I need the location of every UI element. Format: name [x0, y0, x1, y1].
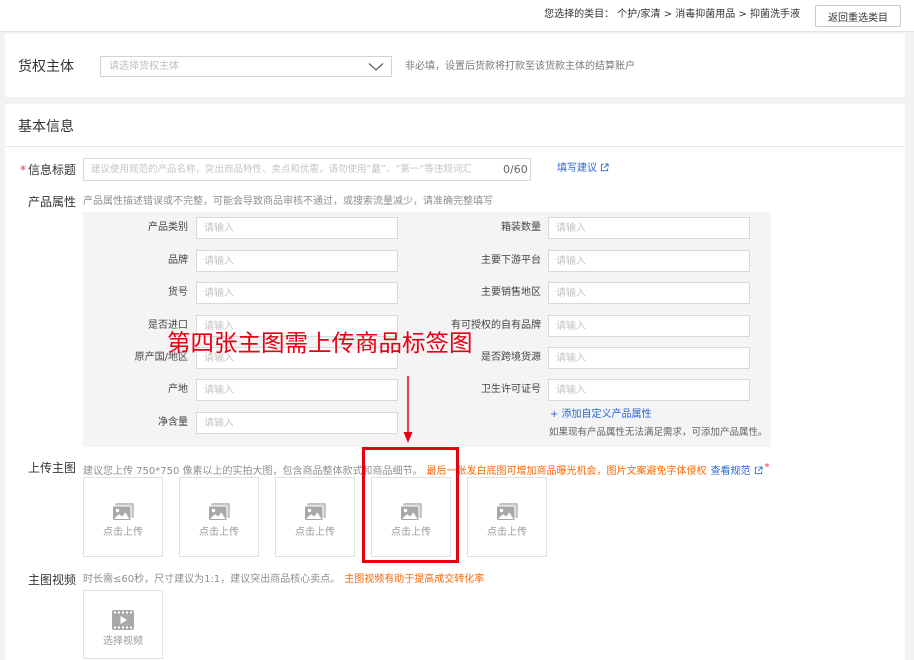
attr-label: 货号 — [168, 287, 188, 298]
view-spec-text: 查看规范 — [710, 466, 751, 477]
attr-label: 净含量 — [158, 417, 188, 428]
owner-select[interactable]: 请选择货权主体 — [100, 56, 392, 77]
main-video-hint-highlight: 主图视频有助于提高成交转化率 — [344, 574, 485, 585]
attr-label: 主要下游平台 — [481, 255, 541, 266]
select-video-label: 选择视频 — [103, 636, 143, 647]
main-images-hint-highlight: 最后一张发白底图可增加商品曝光机会，图片文案避免字体侵权 — [426, 466, 707, 477]
owner-select-placeholder: 请选择货权主体 — [109, 61, 179, 72]
main-image-upload-1[interactable]: 点击上传 — [83, 477, 163, 557]
attr-input-own-brand[interactable] — [548, 315, 750, 337]
product-publish-page: 您选择的类目： 个护/家清 > 消毒抑菌用品 > 抑菌洗手液 返回重选类目 货权主… — [0, 0, 914, 660]
attr-label: 卫生许可证号 — [481, 384, 541, 395]
video-icon — [112, 610, 134, 630]
category-bar: 您选择的类目： 个护/家清 > 消毒抑菌用品 > 抑菌洗手液 返回重选类目 — [0, 0, 914, 32]
section-divider — [5, 146, 905, 147]
required-mark: * — [20, 163, 26, 177]
owner-hint: 非必填，设置后货款将打款至该货款主体的结算账户 — [405, 61, 635, 72]
add-attribute-hint: 如果现有产品属性无法满足需求，可添加产品属性。 — [549, 427, 768, 438]
attr-label: 箱装数量 — [501, 222, 541, 233]
title-input[interactable] — [83, 158, 531, 181]
annotation-text: 第四张主图需上传商品标签图 — [167, 329, 473, 357]
view-spec-link[interactable]: 查看规范 — [711, 466, 763, 477]
upload-label: 点击上传 — [199, 527, 239, 538]
attr-label: 主要销售地区 — [481, 287, 541, 298]
image-icon — [496, 503, 518, 521]
section-heading: 基本信息 — [18, 119, 74, 135]
reselect-category-button[interactable]: 返回重选类目 — [815, 5, 901, 27]
attr-input-sales-region[interactable] — [548, 282, 750, 304]
attr-input-net-content[interactable] — [196, 412, 398, 434]
main-image-upload-3[interactable]: 点击上传 — [275, 477, 355, 557]
chevron-down-icon — [368, 63, 384, 71]
title-label: 信息标题 — [28, 163, 77, 177]
attr-input-box-quantity[interactable] — [548, 217, 750, 239]
owner-label: 货权主体 — [18, 59, 74, 75]
owner-section: 货权主体 请选择货权主体 非必填，设置后货款将打款至该货款主体的结算账户 — [5, 34, 905, 97]
image-icon — [208, 503, 230, 521]
main-image-upload-2[interactable]: 点击上传 — [179, 477, 259, 557]
annotation-highlight-box — [362, 447, 459, 563]
main-image-upload-5[interactable]: 点击上传 — [467, 477, 547, 557]
main-images-label: 上传主图 — [28, 461, 77, 475]
basic-info-section: 基本信息 * 信息标题 0/60 填写建议 产品属性 产品属性描述错误或不完整，… — [5, 104, 905, 660]
category-prefix: 您选择的类目： — [544, 9, 615, 20]
external-link-icon — [600, 163, 609, 172]
attr-input-hygiene-license[interactable] — [548, 379, 750, 401]
category-path: 个护/家清 > 消毒抑菌用品 > 抑菌洗手液 — [617, 9, 800, 20]
attr-label: 品牌 — [168, 255, 188, 266]
add-custom-attribute-link[interactable]: + 添加自定义产品属性 — [550, 409, 652, 421]
upload-label: 点击上传 — [103, 527, 143, 538]
title-char-counter: 0/60 — [503, 163, 528, 176]
annotation-arrow-icon — [403, 376, 413, 443]
title-suggestion-text: 填写建议 — [557, 163, 597, 174]
image-icon — [112, 503, 134, 521]
main-video-label: 主图视频 — [28, 573, 77, 587]
main-video-hint: 时长需≤60秒，尺寸建议为1:1，建议突出商品核心卖点。 — [83, 574, 341, 585]
attributes-label: 产品属性 — [28, 195, 77, 209]
selected-category: 您选择的类目： 个护/家清 > 消毒抑菌用品 > 抑菌洗手液 — [544, 9, 800, 21]
attr-input-downstream-platform[interactable] — [548, 250, 750, 272]
main-video-hint-line: 时长需≤60秒，尺寸建议为1:1，建议突出商品核心卖点。 主图视频有助于提高成交转… — [83, 574, 484, 586]
attr-input-cross-border[interactable] — [548, 347, 750, 369]
title-suggestion-link[interactable]: 填写建议 — [557, 163, 609, 175]
upload-label: 点击上传 — [487, 527, 527, 538]
required-mark: * — [764, 462, 770, 473]
select-video-button[interactable]: 选择视频 — [83, 590, 163, 659]
external-link-icon — [754, 466, 763, 475]
attr-label: 产品类别 — [148, 222, 188, 233]
image-icon — [304, 503, 326, 521]
attr-label: 产地 — [168, 384, 188, 395]
upload-label: 点击上传 — [295, 527, 335, 538]
attributes-hint: 产品属性描述错误或不完整，可能会导致商品审核不通过，或搜索流量减少，请准确完整填… — [83, 196, 493, 207]
